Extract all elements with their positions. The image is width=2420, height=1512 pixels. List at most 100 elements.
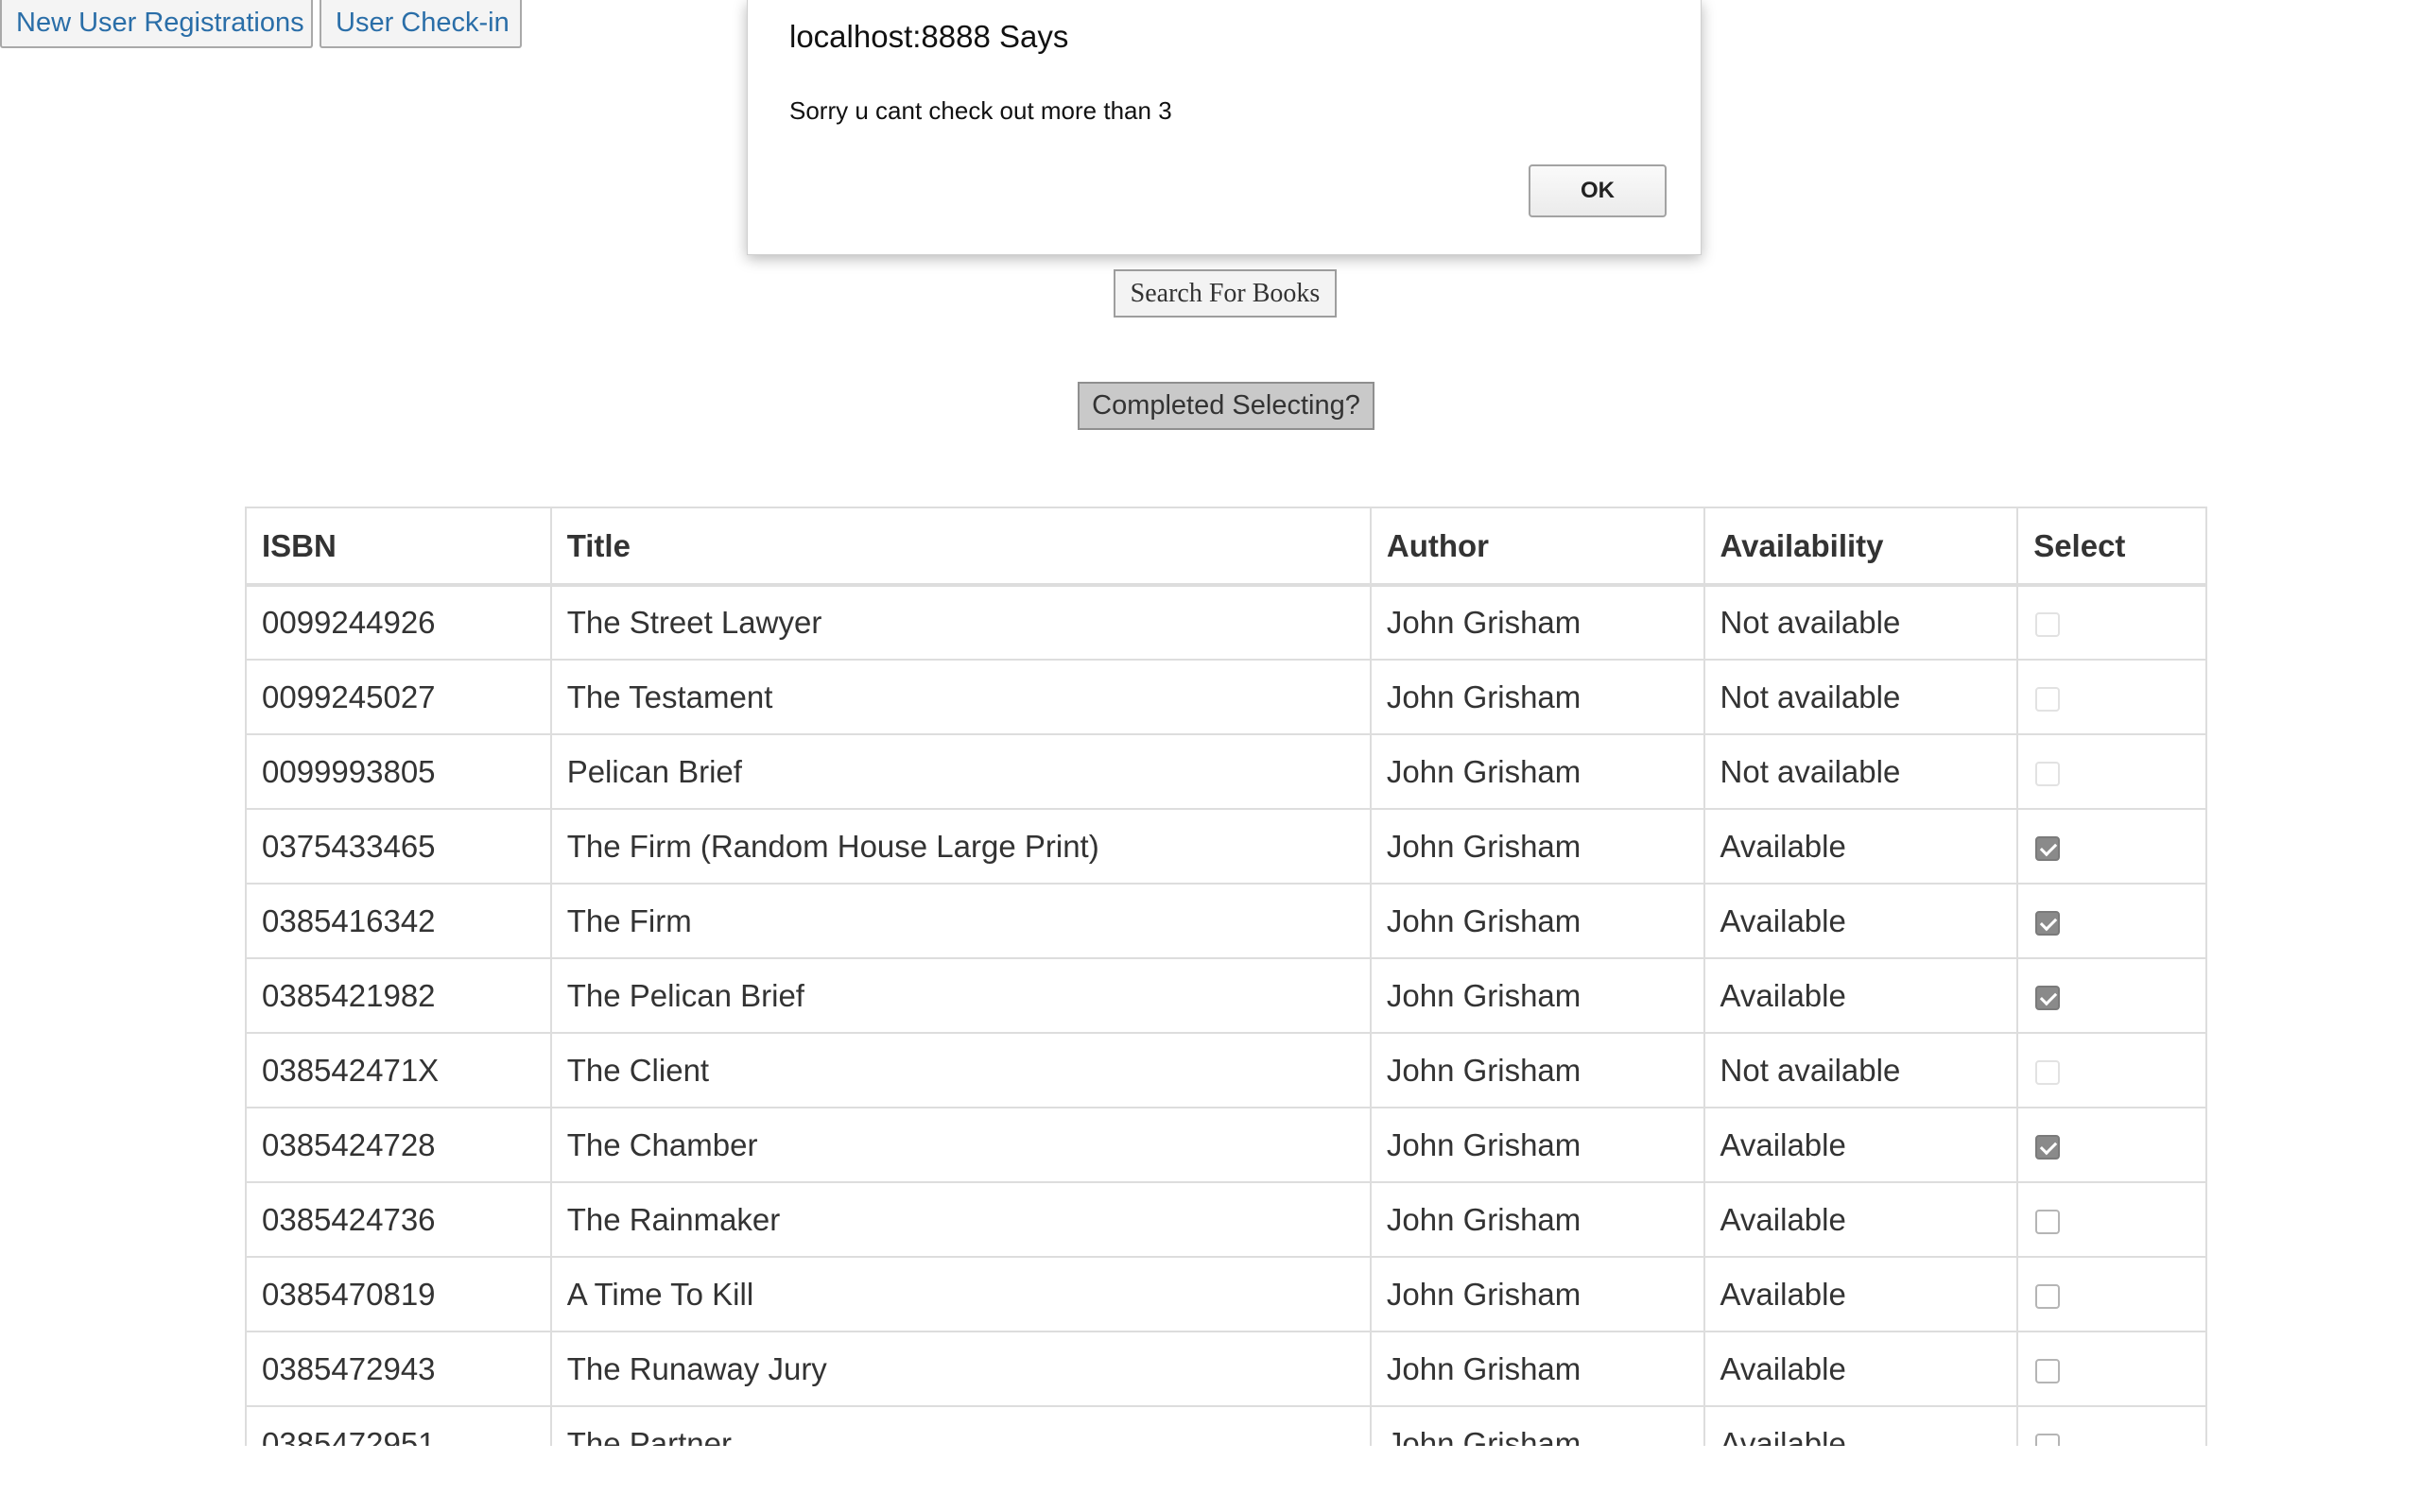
top-nav: New User Registrations User Check-in: [0, 0, 522, 48]
isbn-cell: 0385472951: [245, 1405, 552, 1446]
completed-selecting-button[interactable]: Completed Selecting?: [1078, 382, 1374, 430]
availability-cell: Available: [1703, 1405, 2019, 1446]
select-cell: [2016, 808, 2207, 885]
table-row: 0385421982 The Pelican Brief John Grisham A…: [245, 957, 2207, 1034]
isbn-cell: 0099993805: [245, 733, 552, 810]
table-row: 0099244926 The Street Lawyer John Grisham N…: [245, 584, 2207, 661]
author-cell: John Grisham: [1369, 883, 1705, 959]
table-row: 0385416342 The Firm John Grisham Available: [245, 883, 2207, 959]
table-body: 0099244926 The Street Lawyer John Grisham N…: [245, 584, 2207, 1446]
availability-cell: Available: [1703, 957, 2019, 1034]
table-row: 0385424728 The Chamber John Grisham Availab…: [245, 1107, 2207, 1183]
author-cell: John Grisham: [1369, 659, 1705, 735]
title-cell: The Firm (Random House Large Print): [549, 808, 1372, 885]
author-cell: John Grisham: [1369, 1405, 1705, 1446]
alert-message: Sorry u cant check out more than 3: [789, 96, 1172, 125]
title-cell: The Firm: [549, 883, 1372, 959]
author-cell: John Grisham: [1369, 1181, 1705, 1258]
availability-cell: Available: [1703, 883, 2019, 959]
author-cell: John Grisham: [1369, 584, 1705, 661]
table-row: 0385472943 The Runaway Jury John Grisham Av…: [245, 1331, 2207, 1407]
page: New User Registrations User Check-in loc…: [0, 0, 2420, 1512]
search-for-books-button[interactable]: Search For Books: [1114, 269, 1337, 318]
isbn-cell: 0385470819: [245, 1256, 552, 1332]
availability-cell: Not available: [1703, 659, 2019, 735]
books-table: ISBN Title Author Availability Select 00…: [245, 507, 2207, 1446]
availability-cell: Available: [1703, 1256, 2019, 1332]
isbn-cell: 0385416342: [245, 883, 552, 959]
alert-title: localhost:8888 Says: [789, 19, 1069, 54]
select-checkbox[interactable]: [2035, 1283, 2061, 1309]
title-cell: The Chamber: [549, 1107, 1372, 1183]
title-cell: A Time To Kill: [549, 1256, 1372, 1332]
isbn-cell: 0099244926: [245, 584, 552, 661]
availability-cell: Available: [1703, 1107, 2019, 1183]
isbn-cell: 0375433465: [245, 808, 552, 885]
select-cell: [2016, 1405, 2207, 1446]
new-user-registrations-button[interactable]: New User Registrations: [0, 0, 313, 48]
select-checkbox: [2035, 1059, 2061, 1085]
select-checkbox[interactable]: [2035, 1358, 2061, 1383]
select-cell: [2016, 1032, 2207, 1108]
column-header-availability: Availability: [1703, 507, 2019, 587]
column-header-isbn: ISBN: [245, 507, 552, 587]
select-cell: [2016, 584, 2207, 661]
table-row: 0385470819 A Time To Kill John Grisham Avai…: [245, 1256, 2207, 1332]
select-cell: [2016, 957, 2207, 1034]
availability-cell: Not available: [1703, 1032, 2019, 1108]
select-checkbox[interactable]: [2035, 910, 2061, 936]
select-cell: [2016, 1331, 2207, 1407]
select-checkbox: [2035, 612, 2061, 638]
author-cell: John Grisham: [1369, 957, 1705, 1034]
select-checkbox[interactable]: [2035, 985, 2061, 1010]
title-cell: The Pelican Brief: [549, 957, 1372, 1034]
isbn-cell: 0099245027: [245, 659, 552, 735]
select-cell: [2016, 1181, 2207, 1258]
author-cell: John Grisham: [1369, 1107, 1705, 1183]
title-cell: The Street Lawyer: [549, 584, 1372, 661]
title-cell: Pelican Brief: [549, 733, 1372, 810]
availability-cell: Available: [1703, 1331, 2019, 1407]
alert-ok-button[interactable]: OK: [1529, 164, 1667, 217]
availability-cell: Not available: [1703, 584, 2019, 661]
user-checkin-button[interactable]: User Check-in: [320, 0, 522, 48]
column-header-select: Select: [2016, 507, 2207, 587]
title-cell: The Runaway Jury: [549, 1331, 1372, 1407]
table-header-row: ISBN Title Author Availability Select: [245, 507, 2207, 587]
books-table-container: ISBN Title Author Availability Select 00…: [245, 507, 2207, 1446]
select-cell: [2016, 733, 2207, 810]
availability-cell: Not available: [1703, 733, 2019, 810]
availability-cell: Available: [1703, 808, 2019, 885]
select-checkbox: [2035, 761, 2061, 786]
table-row: 0385424736 The Rainmaker John Grisham Avail…: [245, 1181, 2207, 1258]
select-checkbox[interactable]: [2035, 1433, 2061, 1446]
author-cell: John Grisham: [1369, 808, 1705, 885]
select-checkbox[interactable]: [2035, 1134, 2061, 1160]
alert-dialog: localhost:8888 Says Sorry u cant check o…: [747, 0, 1702, 255]
isbn-cell: 038542471X: [245, 1032, 552, 1108]
author-cell: John Grisham: [1369, 733, 1705, 810]
author-cell: John Grisham: [1369, 1256, 1705, 1332]
column-header-title: Title: [549, 507, 1372, 587]
isbn-cell: 0385472943: [245, 1331, 552, 1407]
table-row: 038542471X The Client John Grisham Not avai…: [245, 1032, 2207, 1108]
author-cell: John Grisham: [1369, 1331, 1705, 1407]
title-cell: The Partner: [549, 1405, 1372, 1446]
title-cell: The Testament: [549, 659, 1372, 735]
title-cell: The Rainmaker: [549, 1181, 1372, 1258]
select-cell: [2016, 883, 2207, 959]
table-row: 0099993805 Pelican Brief John Grisham Not a…: [245, 733, 2207, 810]
table-row: 0385472951 The Partner John Grisham Availab…: [245, 1405, 2207, 1446]
select-cell: [2016, 1107, 2207, 1183]
select-checkbox: [2035, 686, 2061, 712]
select-cell: [2016, 659, 2207, 735]
author-cell: John Grisham: [1369, 1032, 1705, 1108]
title-cell: The Client: [549, 1032, 1372, 1108]
isbn-cell: 0385421982: [245, 957, 552, 1034]
isbn-cell: 0385424736: [245, 1181, 552, 1258]
select-checkbox[interactable]: [2035, 1209, 2061, 1234]
select-checkbox[interactable]: [2035, 835, 2061, 861]
table-row: 0099245027 The Testament John Grisham Not a…: [245, 659, 2207, 735]
table-row: 0375433465 The Firm (Random House Large P…: [245, 808, 2207, 885]
availability-cell: Available: [1703, 1181, 2019, 1258]
